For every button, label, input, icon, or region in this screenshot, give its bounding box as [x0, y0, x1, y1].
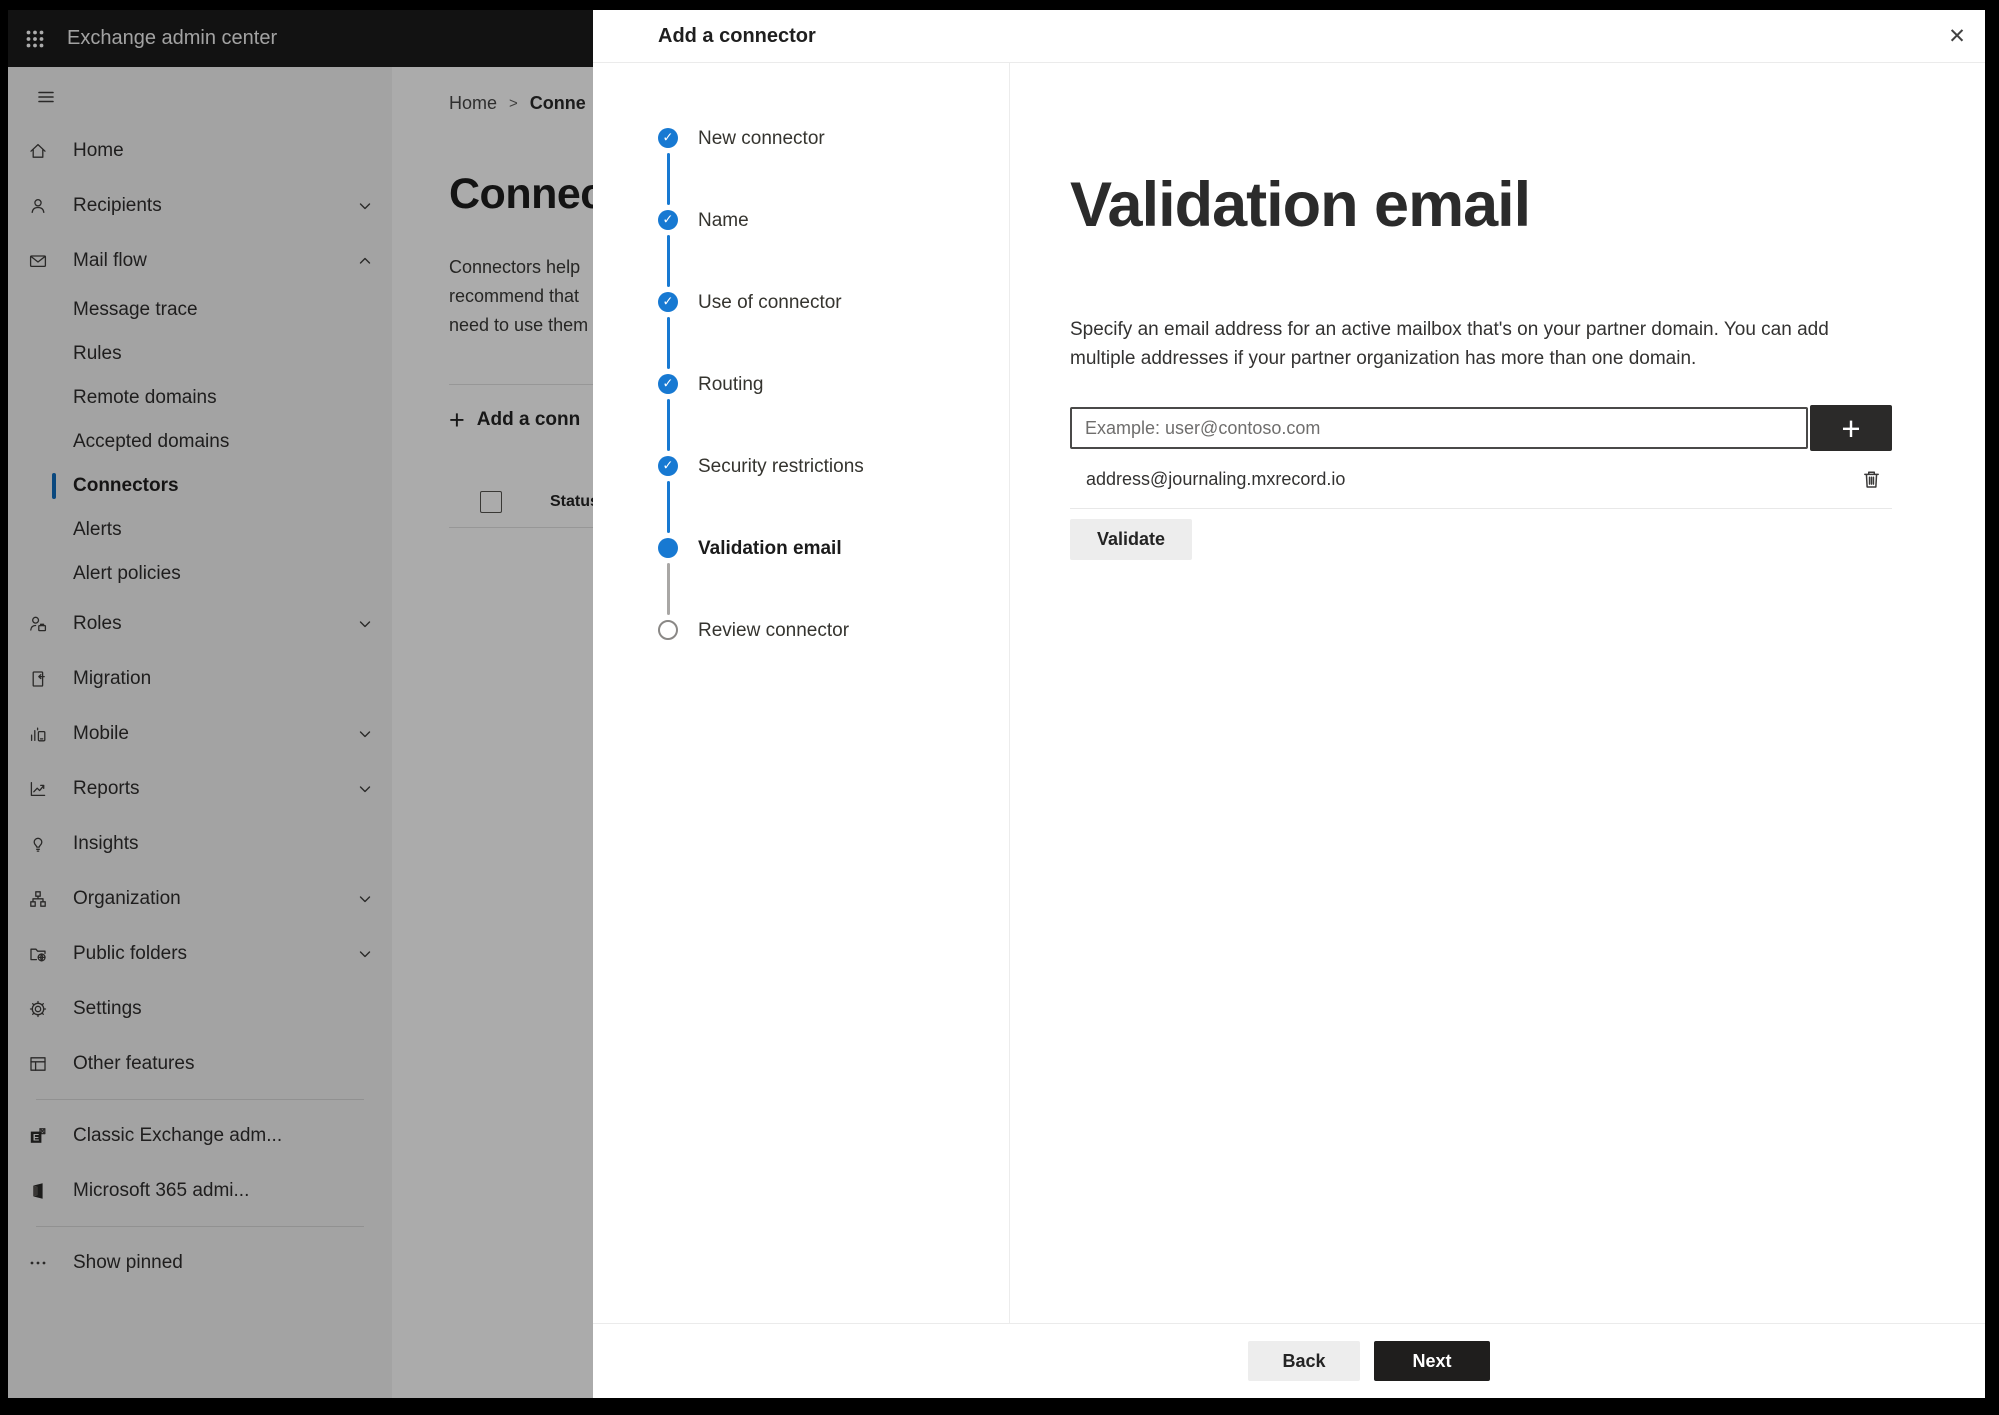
- step-validation-email[interactable]: Validation email: [658, 538, 1009, 620]
- step-connector-line: [666, 235, 670, 287]
- step-security-restrictions[interactable]: Security restrictions: [658, 456, 1009, 538]
- wizard-stepper-column: New connector Name Use of connector Rout…: [593, 63, 1010, 1323]
- step-description: Specify an email address for an active m…: [1070, 319, 1829, 369]
- email-input-row: +: [1070, 405, 1892, 451]
- exchange-admin-center-window: Exchange admin center Home Recipients Ma…: [8, 10, 1985, 1398]
- modal-body: New connector Name Use of connector Rout…: [593, 63, 1985, 1323]
- step-connector-line: [666, 563, 670, 615]
- address-row-: address@journaling.mxrecord.io: [1070, 451, 1892, 509]
- email-input[interactable]: [1070, 407, 1808, 449]
- step-state-icon: [658, 620, 678, 640]
- plus-icon: +: [1841, 409, 1861, 447]
- validate-button[interactable]: Validate: [1070, 519, 1193, 560]
- close-icon: ✕: [1948, 24, 1966, 48]
- add-address-button[interactable]: +: [1810, 405, 1892, 451]
- step-connector-line: [666, 481, 670, 533]
- delete-address-button[interactable]: [1854, 463, 1888, 497]
- step-connector-line: [666, 317, 670, 369]
- step-name[interactable]: Name: [658, 210, 1009, 292]
- step-state-icon: [658, 210, 678, 230]
- step-state-icon: [658, 374, 678, 394]
- step-heading: Validation email: [1070, 170, 1531, 240]
- address-list: address@journaling.mxrecord.io: [1070, 451, 1892, 509]
- modal-footer: Back Next: [593, 1323, 1985, 1398]
- address-text: address@journaling.mxrecord.io: [1086, 469, 1346, 489]
- wizard-stepper: New connector Name Use of connector Rout…: [658, 128, 1009, 702]
- modal-dim-overlay: [8, 10, 593, 1398]
- step-connector-line: [666, 153, 670, 205]
- add-connector-modal: Add a connector ✕ New connector Name Use…: [593, 10, 1985, 1398]
- close-button[interactable]: ✕: [1941, 20, 1973, 52]
- step-state-icon: [658, 128, 678, 148]
- modal-header: Add a connector ✕: [593, 10, 1985, 63]
- step-new-connector[interactable]: New connector: [658, 128, 1009, 210]
- step-state-icon: [658, 538, 678, 558]
- trash-icon: [1863, 471, 1879, 488]
- step-state-icon: [658, 292, 678, 312]
- step-state-icon: [658, 456, 678, 476]
- back-button[interactable]: Back: [1248, 1341, 1360, 1381]
- validation-email-pane: Validation email Specify an email addres…: [1010, 63, 1985, 1323]
- step-use-of-connector[interactable]: Use of connector: [658, 292, 1009, 374]
- step-connector-line: [666, 399, 670, 451]
- modal-title: Add a connector: [658, 24, 816, 47]
- next-button[interactable]: Next: [1374, 1341, 1490, 1381]
- screenshot-frame: Exchange admin center Home Recipients Ma…: [0, 0, 1999, 1415]
- step-review-connector[interactable]: Review connector: [658, 620, 1009, 702]
- step-routing[interactable]: Routing: [658, 374, 1009, 456]
